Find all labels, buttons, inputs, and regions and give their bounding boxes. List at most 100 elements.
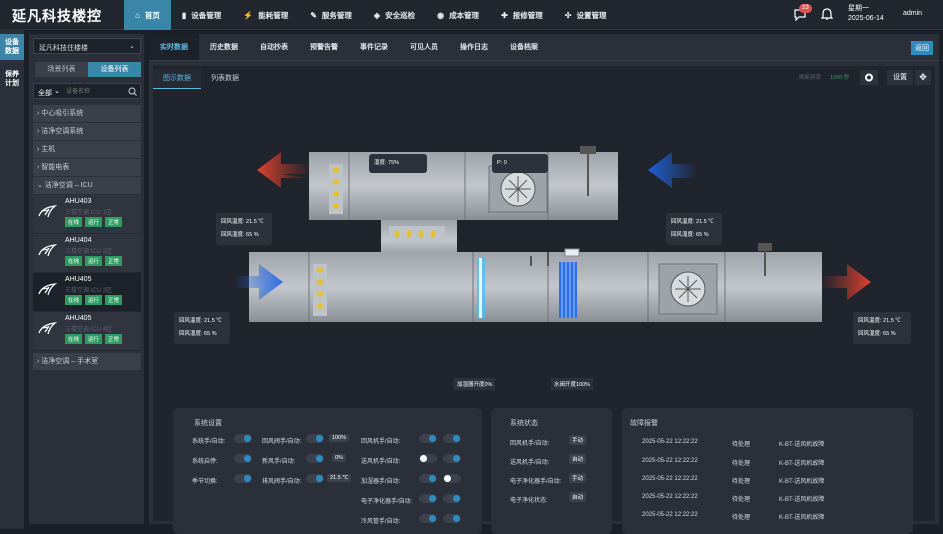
back-button[interactable]: 返回 (911, 41, 933, 55)
building-select[interactable]: 延凡科技住楼楼 ⌄ (33, 38, 141, 54)
setting-value[interactable]: 100% (329, 434, 350, 442)
device-item[interactable]: AHU403 三楼空调 ICU 1区 在线 运行 正常 (33, 195, 141, 234)
nav-repair[interactable]: ✚ 报修管理 (490, 0, 554, 30)
tab-people[interactable]: 可见人员 (399, 34, 449, 60)
tab-scene-list[interactable]: 场景列表 (35, 62, 88, 77)
side-tabs: 场景列表 设备列表 (35, 62, 141, 77)
device-item-selected[interactable]: AHU405 三楼空调 ICU 3区 在线 运行 正常 (33, 273, 141, 312)
nav-device[interactable]: ▮ 设备管理 (171, 0, 232, 30)
tree-label: 主机 (41, 146, 56, 153)
ahu-icon (38, 205, 58, 218)
energy-icon: ⚡ (243, 10, 254, 20)
tab-events[interactable]: 事件记录 (349, 34, 399, 60)
tab-history[interactable]: 历史数据 (199, 34, 249, 60)
tab-log[interactable]: 操作日志 (449, 34, 499, 60)
fault-message: K-BT-送风机故障 (779, 479, 825, 485)
chevron-down-icon: ⌄ (54, 88, 60, 95)
ahu-icon (38, 244, 58, 257)
toggle[interactable] (443, 454, 461, 463)
fault-message: K-BT-送风机故障 (779, 442, 825, 448)
setting-value[interactable]: 0% (332, 454, 346, 462)
toggle[interactable] (234, 454, 252, 463)
tab-meter[interactable]: 自动抄表 (249, 34, 299, 60)
fault-state: 待处理 (732, 515, 751, 521)
nav-safety[interactable]: ◈ 安全巡检 (363, 0, 426, 30)
filter-select[interactable]: 全部 (38, 88, 52, 98)
settings-button[interactable]: 设置 (887, 70, 913, 85)
status-label: 电子净化器手/自动: (510, 479, 562, 485)
fault-time: 2025-05-22 12:22:22 (642, 439, 698, 445)
device-name: AHU405 (65, 315, 92, 322)
status-badge: 运行 (85, 217, 103, 227)
toggle[interactable] (419, 454, 437, 463)
toggle[interactable] (419, 474, 437, 483)
toggle[interactable] (234, 434, 252, 443)
toggle[interactable] (419, 494, 437, 503)
move-icon[interactable]: ✥ (915, 70, 931, 85)
temp-value: 回风温度: 21.5 ℃ (671, 219, 714, 225)
user-name[interactable]: admin (903, 10, 922, 17)
top-bar: 延凡科技楼控 ⌂ 首页 ▮ 设备管理 ⚡ 能耗管理 ✎ 服务管理 ◈ 安全巡检 ◉ 成本管理… (0, 0, 943, 30)
nav-home[interactable]: ⌂ 首页 (124, 0, 171, 30)
status-label: 送风机手/自动: (510, 460, 550, 466)
filter-icon (477, 258, 485, 318)
readout-left-bottom: 回风温度: 21.5 ℃ 回风湿度: 65 % (174, 312, 230, 344)
search-icon[interactable] (128, 87, 137, 96)
device-item[interactable]: AHU405 三楼空调 ICU 4区 在线 运行 正常 (33, 312, 141, 351)
toggle[interactable] (306, 434, 324, 443)
toggle[interactable] (419, 434, 437, 443)
tree-label: 智能电表 (41, 164, 70, 171)
gear-icon[interactable] (860, 70, 878, 85)
setting-label: 加湿器手/自动: (361, 479, 401, 485)
humidity-readout: 湿度: 75% (369, 154, 427, 173)
toggle[interactable] (443, 494, 461, 503)
card-title: 系统设置 (194, 420, 222, 427)
refresh-value[interactable]: 1000 秒 (830, 73, 849, 81)
tree-node[interactable]: › 主机 (33, 141, 141, 158)
nav-label: 能耗管理 (258, 10, 289, 20)
fault-message: K-BT-送风机故障 (779, 497, 825, 503)
tab-realtime[interactable]: 实时数据 (149, 34, 199, 60)
tab-device-list[interactable]: 设备列表 (88, 62, 141, 77)
tab-list[interactable]: 列表数据 (201, 69, 249, 89)
home-icon: ⌂ (135, 10, 140, 20)
status-badge: 运行 (85, 334, 103, 344)
nav-cost[interactable]: ◉ 成本管理 (426, 0, 490, 30)
fault-state: 待处理 (732, 479, 751, 485)
tree-node[interactable]: › 洁净空调系统 (33, 123, 141, 140)
status-badge: 正常 (105, 217, 123, 227)
sub-tabs: 图示数据 列表数据 (153, 69, 249, 89)
toggle[interactable] (419, 514, 437, 523)
tab-archive[interactable]: 设备档案 (499, 34, 549, 60)
toggle[interactable] (306, 454, 324, 463)
tree-node[interactable]: › 中心吸引系统 (33, 105, 141, 122)
tree-node-expanded[interactable]: ⌄ 洁净空调 – ICU (33, 177, 141, 194)
tab-alarm[interactable]: 预警告警 (299, 34, 349, 60)
card-title: 故障报警 (630, 420, 658, 427)
toggle[interactable] (443, 474, 461, 483)
toggle[interactable] (443, 514, 461, 523)
date: 2025-06-14 (848, 15, 884, 22)
setting-value[interactable]: 21.5 ℃ (327, 474, 352, 482)
toggle[interactable] (306, 474, 324, 483)
toggle[interactable] (443, 434, 461, 443)
setting-label: 电子净化器手/自动: (361, 499, 413, 505)
bell-icon[interactable] (821, 8, 833, 21)
damper-icon (389, 226, 445, 242)
menu-maintenance[interactable]: 保养 计划 (0, 66, 24, 92)
nav-energy[interactable]: ⚡ 能耗管理 (232, 0, 299, 30)
left-menu: 设备 数据 保养 计划 (0, 30, 24, 529)
device-item[interactable]: AHU404 三楼空调 ICU 2区 在线 运行 正常 (33, 234, 141, 273)
humidity-value: 回风湿度: 65 % (671, 232, 709, 238)
tree-label: 洁净空调 – ICU (44, 182, 93, 189)
toggle[interactable] (234, 474, 252, 483)
nav-settings[interactable]: ✣ 设置管理 (554, 0, 618, 30)
arrow-left-icon (648, 152, 698, 188)
tree-node[interactable]: › 智能电表 (33, 159, 141, 176)
menu-device-data[interactable]: 设备 数据 (0, 34, 24, 60)
tree-node[interactable]: › 洁净空调 – 手术室 (33, 353, 141, 370)
status-badge: 运行 (85, 256, 103, 266)
search-input[interactable] (66, 86, 124, 97)
tab-diagram[interactable]: 图示数据 (153, 69, 201, 89)
nav-service[interactable]: ✎ 服务管理 (299, 0, 363, 30)
